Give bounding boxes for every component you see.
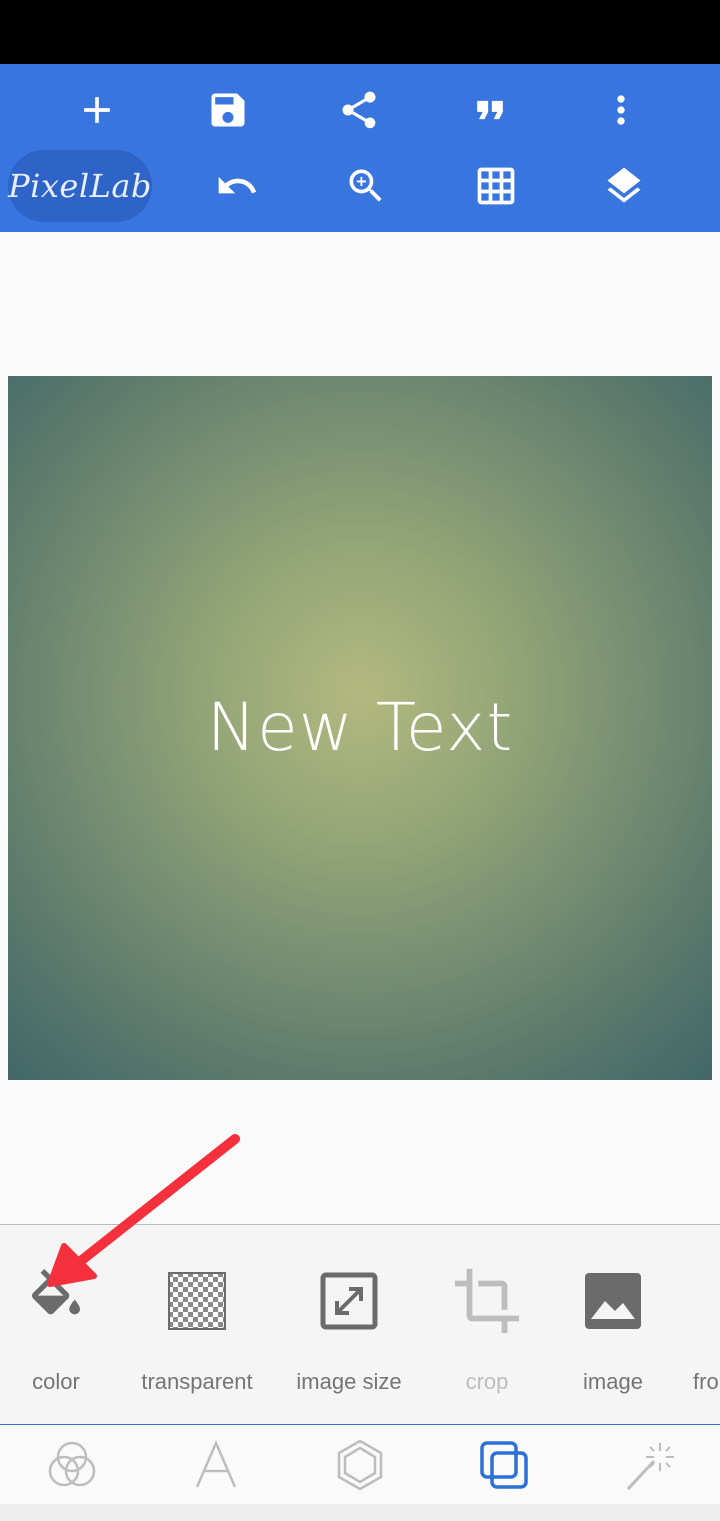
quote-button[interactable] bbox=[454, 74, 526, 146]
layers-square-icon bbox=[480, 1441, 528, 1489]
save-button[interactable] bbox=[192, 74, 264, 146]
share-button[interactable] bbox=[323, 74, 395, 146]
checkerboard-icon bbox=[168, 1272, 226, 1330]
quote-icon bbox=[477, 100, 503, 120]
grid-icon bbox=[477, 167, 515, 205]
text-a-icon bbox=[195, 1439, 237, 1488]
tool-image-size[interactable]: image size bbox=[289, 1265, 409, 1395]
tool-image[interactable]: image bbox=[573, 1265, 653, 1395]
tab-background[interactable] bbox=[432, 1425, 576, 1505]
tool-label: crop bbox=[465, 1369, 509, 1394]
tool-label: transparent bbox=[141, 1369, 253, 1394]
tool-label: fro bbox=[693, 1369, 719, 1394]
design-canvas[interactable]: New Text bbox=[8, 376, 712, 1080]
logo-text: PixelLab bbox=[8, 167, 152, 205]
hexagon-icon bbox=[337, 1439, 383, 1491]
tool-from[interactable]: fro bbox=[690, 1265, 720, 1395]
tab-text[interactable] bbox=[144, 1425, 288, 1505]
tab-effects[interactable] bbox=[0, 1425, 144, 1505]
background-tools-panel: color transparent image size crop image … bbox=[0, 1224, 720, 1424]
bottom-tab-bar bbox=[0, 1424, 720, 1504]
image-icon bbox=[585, 1273, 641, 1329]
zoom-button[interactable] bbox=[330, 150, 402, 222]
pixellab-logo[interactable]: PixelLab bbox=[8, 150, 152, 222]
grid-button[interactable] bbox=[460, 150, 532, 222]
color-circles-icon bbox=[48, 1441, 96, 1487]
tool-label: color bbox=[32, 1369, 80, 1394]
layers-icon bbox=[607, 167, 641, 203]
undo-button[interactable] bbox=[201, 150, 273, 222]
plus-icon bbox=[84, 97, 110, 123]
system-nav-strip bbox=[0, 1504, 720, 1521]
canvas-text-layer[interactable]: New Text bbox=[8, 376, 712, 1080]
tool-label: image bbox=[583, 1369, 643, 1394]
layers-button[interactable] bbox=[588, 150, 660, 222]
status-bar bbox=[0, 0, 720, 64]
tool-color[interactable]: color bbox=[16, 1265, 96, 1395]
tool-crop[interactable]: crop bbox=[447, 1265, 527, 1395]
canvas-area[interactable]: New Text bbox=[0, 232, 720, 1224]
paint-bucket-icon bbox=[31, 1269, 81, 1315]
tab-magic[interactable] bbox=[576, 1425, 720, 1505]
tool-transparent[interactable]: transparent bbox=[134, 1265, 260, 1395]
top-toolbar: PixelLab bbox=[0, 64, 720, 232]
more-vert-icon bbox=[617, 95, 625, 125]
tool-label: image size bbox=[296, 1369, 402, 1394]
tab-shapes[interactable] bbox=[288, 1425, 432, 1505]
undo-icon bbox=[218, 176, 257, 194]
canvas-text: New Text bbox=[206, 688, 514, 766]
crop-icon bbox=[454, 1268, 520, 1334]
share-icon bbox=[342, 91, 376, 129]
add-button[interactable] bbox=[61, 74, 133, 146]
more-options-button[interactable] bbox=[585, 74, 657, 146]
magic-wand-icon bbox=[626, 1443, 674, 1491]
resize-icon bbox=[320, 1272, 378, 1330]
save-icon bbox=[211, 93, 245, 127]
zoom-in-icon bbox=[349, 169, 382, 202]
